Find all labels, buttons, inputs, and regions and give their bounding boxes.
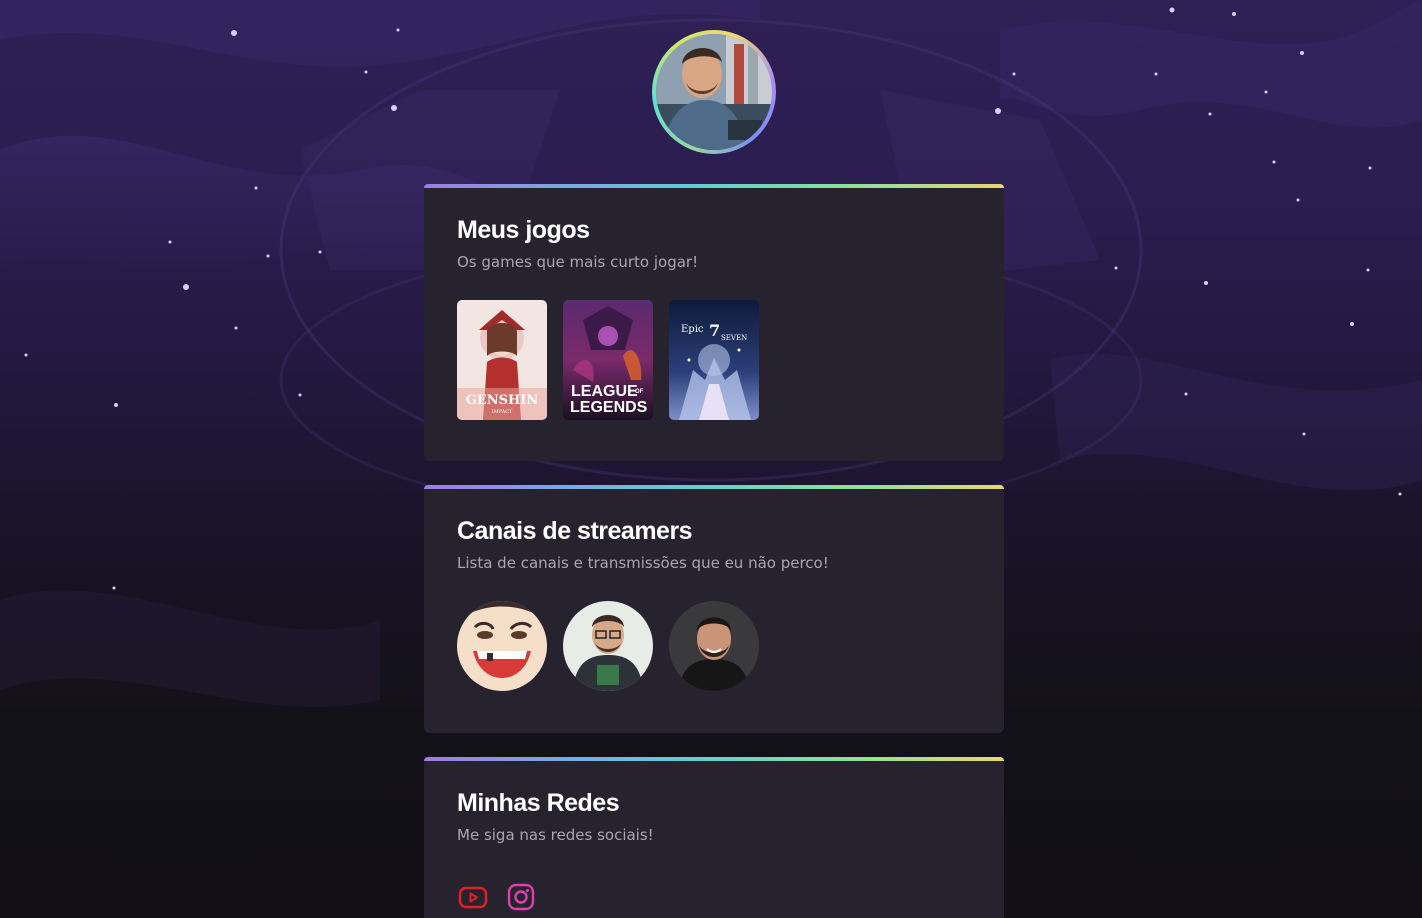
profile-avatar-ring — [652, 30, 776, 154]
lol-logo-text-1: LEAGUE — [571, 383, 638, 400]
games-title: Meus jogos — [457, 216, 590, 244]
games-card: Meus jogos Os games que mais curto jogar… — [424, 184, 1004, 461]
social-title: Minhas Redes — [457, 789, 620, 817]
profile-avatar — [656, 34, 772, 150]
game-league-of-legends[interactable]: LEAGUE OF LEGENDS — [563, 300, 653, 420]
streamer-avatar-1[interactable] — [457, 601, 547, 691]
game-genshin-impact[interactable]: GENSHIN IMPACT — [457, 300, 547, 420]
genshin-logo-subtext: IMPACT — [492, 409, 513, 415]
epic-seven-logo-text: Epic — [681, 324, 704, 335]
genshin-logo-text: GENSHIN — [466, 393, 539, 408]
streamer-avatar-3[interactable] — [669, 601, 759, 691]
streamers-subtitle: Lista de canais e transmissões que eu nã… — [457, 554, 829, 572]
lol-logo-of: OF — [635, 389, 644, 395]
streamers-card: Canais de streamers Lista de canais e tr… — [424, 485, 1004, 733]
youtube-icon — [458, 886, 488, 909]
social-card: Minhas Redes Me siga nas redes sociais! — [424, 757, 1004, 918]
games-list: GENSHIN IMPACT LEAGUE OF LEGENDS Epic 7 … — [457, 300, 971, 420]
lol-logo-text-2: LEGENDS — [570, 399, 648, 416]
social-links — [457, 881, 971, 913]
genshin-impact-cover-icon: GENSHIN IMPACT — [457, 300, 547, 420]
streamers-title: Canais de streamers — [457, 517, 693, 545]
streamers-list — [457, 601, 971, 691]
instagram-icon — [507, 883, 535, 911]
streamer-photo-2-icon — [563, 601, 653, 691]
epic-seven-logo-num: 7 — [709, 321, 720, 340]
social-subtitle: Me siga nas redes sociais! — [457, 826, 654, 844]
league-of-legends-cover-icon: LEAGUE OF LEGENDS — [563, 300, 653, 420]
epic-seven-logo-subtext: SEVEN — [721, 334, 747, 342]
streamer-photo-3-icon — [669, 601, 759, 691]
profile-photo-icon — [656, 34, 772, 150]
cartoon-face-avatar-icon — [457, 601, 547, 691]
games-subtitle: Os games que mais curto jogar! — [457, 253, 699, 271]
game-epic-seven[interactable]: Epic 7 SEVEN — [669, 300, 759, 420]
youtube-link[interactable] — [457, 881, 489, 913]
epic-seven-cover-icon: Epic 7 SEVEN — [669, 300, 759, 420]
instagram-link[interactable] — [505, 881, 537, 913]
streamer-avatar-2[interactable] — [563, 601, 653, 691]
